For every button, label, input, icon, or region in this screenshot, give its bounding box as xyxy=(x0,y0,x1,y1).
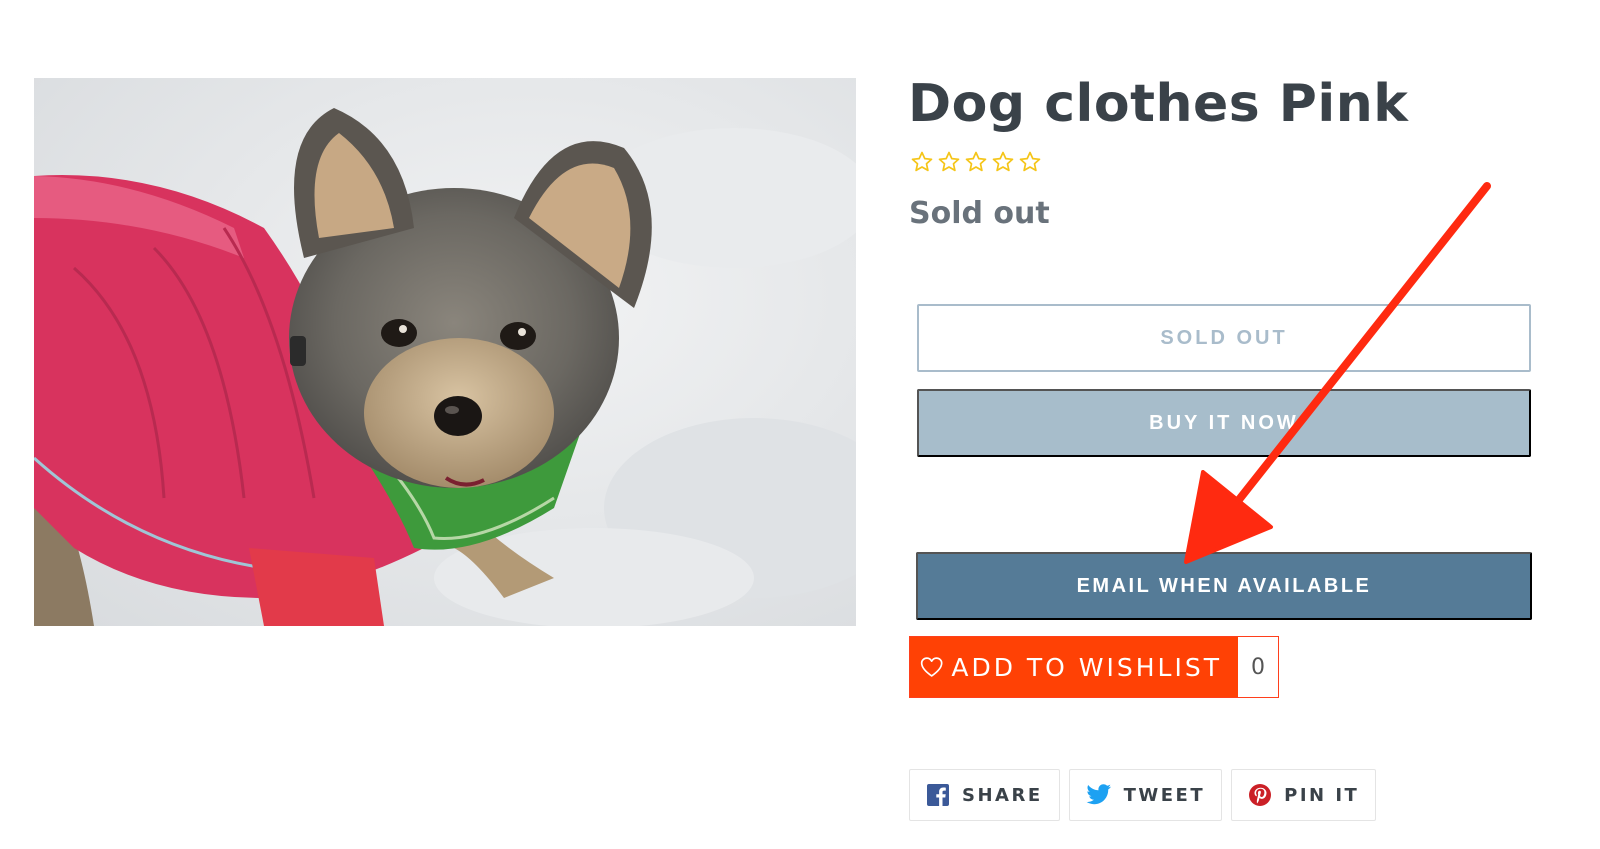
star-outline-icon xyxy=(1019,151,1041,172)
email-when-available-button[interactable]: EMAIL WHEN AVAILABLE xyxy=(916,552,1532,620)
share-pinterest-button[interactable]: PIN IT xyxy=(1231,769,1377,821)
product-photo xyxy=(34,78,856,626)
share-pinterest-label: PIN IT xyxy=(1284,784,1360,806)
twitter-icon xyxy=(1086,784,1111,805)
share-facebook-button[interactable]: SHARE xyxy=(909,769,1060,821)
pinterest-icon xyxy=(1249,784,1272,806)
availability-status: Sold out xyxy=(909,196,1050,231)
wishlist-label: ADD TO WISHLIST xyxy=(951,652,1222,682)
star-outline-icon xyxy=(911,151,933,172)
star-outline-icon xyxy=(965,151,987,172)
product-image[interactable] xyxy=(34,78,856,626)
star-outline-icon xyxy=(992,151,1014,172)
buy-it-now-button[interactable]: BUY IT NOW xyxy=(917,389,1531,457)
facebook-icon xyxy=(927,784,949,806)
wishlist-widget: ADD TO WISHLIST 0 xyxy=(909,636,1279,698)
heart-outline-icon xyxy=(920,657,943,677)
share-twitter-button[interactable]: TWEET xyxy=(1068,769,1223,821)
product-title: Dog clothes Pink xyxy=(908,74,1409,134)
wishlist-count: 0 xyxy=(1238,637,1278,697)
social-share: SHARE TWEET PIN IT xyxy=(909,769,1377,821)
sold-out-button[interactable]: SOLD OUT xyxy=(917,304,1531,372)
add-to-wishlist-button[interactable]: ADD TO WISHLIST xyxy=(910,637,1238,697)
star-outline-icon xyxy=(938,151,960,172)
rating-stars[interactable] xyxy=(910,150,1042,174)
share-twitter-label: TWEET xyxy=(1123,784,1206,806)
share-facebook-label: SHARE xyxy=(962,784,1043,806)
